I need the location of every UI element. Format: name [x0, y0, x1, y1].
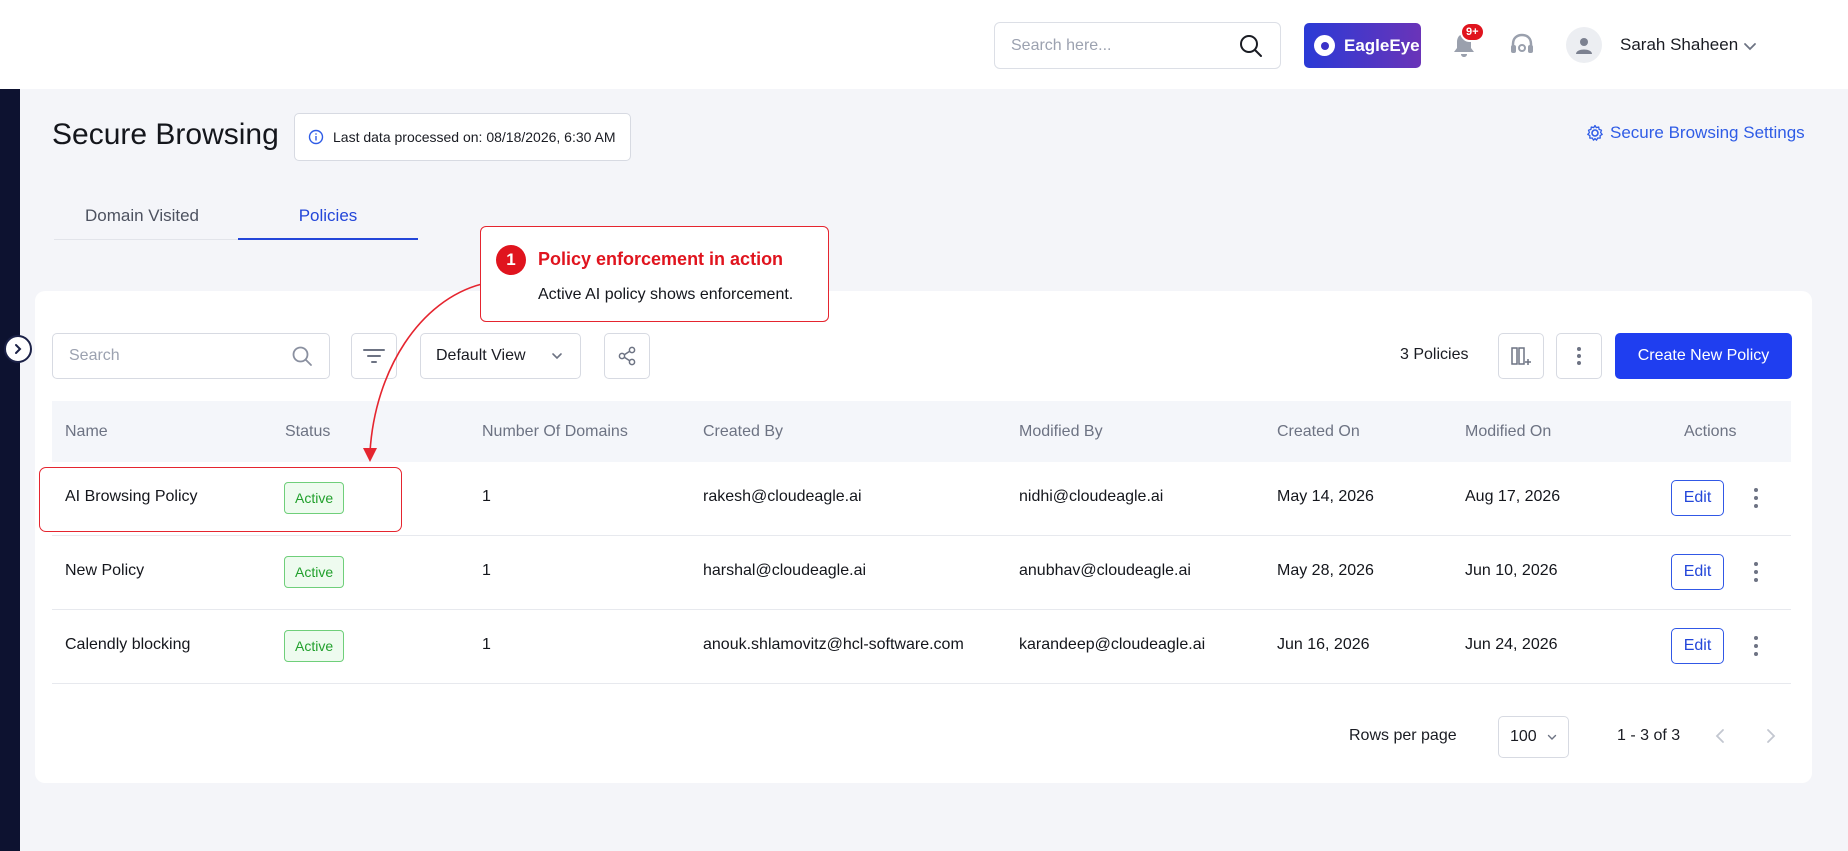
- gear-icon: [1587, 124, 1603, 141]
- callout-body: Active AI policy shows enforcement.: [538, 286, 794, 303]
- modified-by: anubhav@cloudeagle.ai: [1019, 562, 1191, 579]
- domain-count: 1: [482, 636, 491, 653]
- user-icon: [1576, 38, 1592, 54]
- modified-by: karandeep@cloudeagle.ai: [1019, 636, 1206, 653]
- page-tabs: Domain Visited Policies: [54, 200, 418, 240]
- last-processed-text: Last data processed on: 08/18/2026, 6:30…: [333, 129, 616, 145]
- settings-label: Secure Browsing Settings: [1610, 123, 1805, 142]
- modified-on: Jun 24, 2026: [1465, 636, 1558, 653]
- column-header-created-by[interactable]: Created By: [703, 423, 783, 441]
- column-header-status[interactable]: Status: [285, 423, 330, 441]
- page-title: Secure Browsing: [52, 118, 279, 151]
- created-on: May 28, 2026: [1277, 562, 1374, 579]
- user-name[interactable]: Sarah Shaheen: [1620, 35, 1738, 55]
- eagleeye-logo-icon: [1314, 35, 1335, 56]
- status-badge: Active: [284, 556, 345, 588]
- row-kebab-menu-icon[interactable]: [1746, 484, 1766, 512]
- tab-policies[interactable]: Policies: [238, 200, 418, 240]
- global-search-input[interactable]: [1011, 36, 1238, 55]
- sidebar-expand-toggle[interactable]: [4, 335, 32, 363]
- global-search-box[interactable]: [994, 22, 1281, 69]
- table-search-box[interactable]: [52, 333, 330, 379]
- create-new-policy-button[interactable]: Create New Policy: [1615, 333, 1792, 379]
- edit-button[interactable]: Edit: [1671, 480, 1724, 516]
- edit-button[interactable]: Edit: [1671, 554, 1724, 590]
- eagleeye-button[interactable]: EagleEye: [1304, 23, 1421, 68]
- secure-browsing-settings-link[interactable]: Secure Browsing Settings: [1586, 123, 1805, 143]
- eagleeye-label: EagleEye: [1344, 35, 1420, 55]
- modified-on: Aug 17, 2026: [1465, 488, 1561, 505]
- share-button[interactable]: [604, 333, 650, 379]
- row-kebab-menu-icon[interactable]: [1746, 632, 1766, 660]
- row-kebab-menu-icon[interactable]: [1746, 558, 1766, 586]
- created-by: rakesh@cloudeagle.ai: [703, 488, 862, 505]
- more-options-button[interactable]: [1556, 333, 1602, 379]
- search-icon[interactable]: [291, 345, 313, 367]
- chevron-down-icon[interactable]: [1742, 38, 1758, 54]
- column-header-created-on[interactable]: Created On: [1277, 423, 1360, 441]
- policy-count: 3 Policies: [1400, 346, 1469, 363]
- policy-name[interactable]: New Policy: [65, 562, 144, 580]
- rows-per-page-select[interactable]: 100: [1498, 716, 1569, 758]
- created-on: Jun 16, 2026: [1277, 636, 1370, 653]
- kebab-menu-icon: [1577, 347, 1581, 365]
- domain-count: 1: [482, 488, 491, 505]
- last-processed-info: Last data processed on: 08/18/2026, 6:30…: [294, 113, 631, 161]
- share-icon: [618, 346, 636, 366]
- table-header: Name Status Number Of Domains Created By…: [52, 401, 1791, 462]
- chevron-right-icon: [15, 344, 22, 354]
- notification-badge: 9+: [1460, 22, 1485, 42]
- chevron-down-icon: [1547, 734, 1557, 740]
- page-range: 1 - 3 of 3: [1617, 727, 1681, 744]
- modified-on: Jun 10, 2026: [1465, 562, 1558, 579]
- filter-button[interactable]: [351, 333, 397, 379]
- column-header-name[interactable]: Name: [65, 423, 108, 441]
- rows-per-page-label: Rows per page: [1349, 727, 1457, 744]
- chevron-down-icon: [552, 353, 562, 360]
- callout-title: Policy enforcement in action: [538, 249, 784, 269]
- table-search-input[interactable]: [69, 347, 291, 365]
- columns-icon: [1511, 347, 1531, 365]
- created-by: harshal@cloudeagle.ai: [703, 562, 867, 579]
- column-header-modified-on[interactable]: Modified On: [1465, 423, 1551, 441]
- column-header-modified-by[interactable]: Modified By: [1019, 423, 1103, 441]
- status-badge: Active: [284, 630, 345, 662]
- search-icon[interactable]: [1238, 33, 1264, 59]
- next-page-icon[interactable]: [1761, 727, 1779, 745]
- callout-number: 1: [496, 245, 526, 275]
- view-select-value: Default View: [436, 347, 526, 364]
- column-settings-button[interactable]: [1498, 333, 1544, 379]
- policy-name[interactable]: Calendly blocking: [65, 636, 190, 654]
- rows-per-page-value: 100: [1510, 728, 1537, 745]
- tab-domain-visited[interactable]: Domain Visited: [54, 200, 230, 240]
- created-on: May 14, 2026: [1277, 488, 1374, 505]
- column-header-domains[interactable]: Number Of Domains: [482, 423, 628, 441]
- modified-by: nidhi@cloudeagle.ai: [1019, 488, 1164, 505]
- table-row[interactable]: Calendly blocking Active 1 anouk.shlamov…: [52, 610, 1791, 684]
- headset-support-icon[interactable]: [1507, 30, 1537, 60]
- created-by: anouk.shlamovitz@hcl-software.com: [703, 636, 964, 653]
- user-avatar[interactable]: [1566, 27, 1602, 63]
- previous-page-icon[interactable]: [1712, 727, 1730, 745]
- highlight-box: [39, 467, 402, 532]
- filter-icon: [363, 349, 385, 363]
- column-header-actions: Actions: [1684, 423, 1737, 440]
- info-icon: [308, 129, 324, 145]
- table-row[interactable]: New Policy Active 1 harshal@cloudeagle.a…: [52, 536, 1791, 610]
- domain-count: 1: [482, 562, 491, 579]
- edit-button[interactable]: Edit: [1671, 628, 1724, 664]
- annotation-callout: 1 Policy enforcement in action Active AI…: [480, 226, 829, 322]
- view-select[interactable]: Default View: [420, 333, 581, 379]
- left-sidebar-rail: [0, 89, 20, 851]
